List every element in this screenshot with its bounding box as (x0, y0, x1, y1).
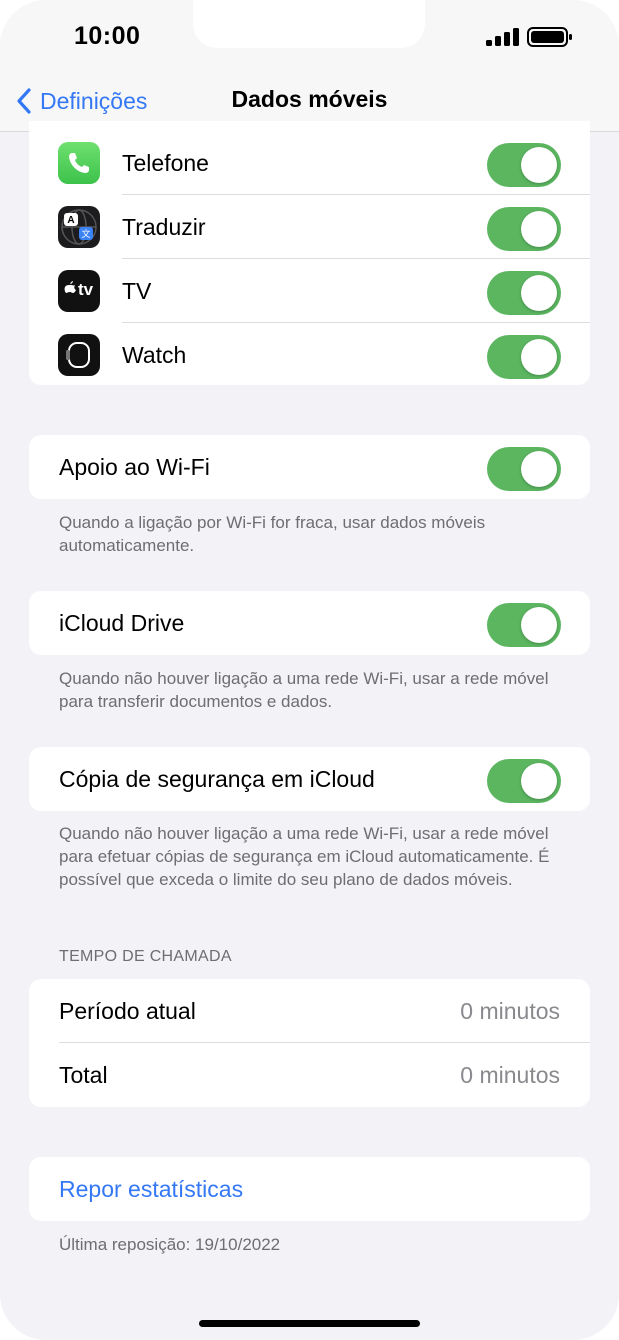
call-time-header: TEMPO DE CHAMADA (59, 948, 232, 965)
wifi-assist-toggle[interactable] (487, 447, 561, 491)
svg-text:文: 文 (81, 228, 90, 240)
icloud-drive-group: iCloud Drive (29, 591, 590, 655)
toggle-knob (521, 339, 557, 375)
reset-statistics-button[interactable]: Repor estatísticas (59, 1176, 243, 1203)
call-time-label: Período atual (59, 997, 196, 1024)
battery-icon (527, 27, 572, 47)
reset-row[interactable]: Repor estatísticas (29, 1157, 590, 1221)
call-time-label: Total (59, 1061, 108, 1088)
icloud-drive-label: iCloud Drive (59, 609, 185, 636)
reset-group: Repor estatísticas (29, 1157, 590, 1221)
icloud-backup-group: Cópia de segurança em iCloud (29, 747, 590, 811)
app-label: TV (122, 277, 152, 304)
icloud-drive-footer: Quando não houver ligação a uma rede Wi-… (59, 669, 549, 711)
toggle-knob (521, 147, 557, 183)
call-time-group: Período atual 0 minutos Total 0 minutos (29, 979, 590, 1107)
watch-toggle[interactable] (487, 335, 561, 379)
call-time-row-current: Período atual 0 minutos (29, 979, 590, 1043)
phone-icon (58, 142, 100, 184)
wifi-assist-row: Apoio ao Wi-Fi (29, 435, 590, 499)
app-label: Traduzir (122, 213, 206, 240)
tv-icon-text: tv (78, 280, 94, 299)
icloud-backup-row: Cópia de segurança em iCloud (29, 747, 590, 811)
translate-icon: A 文 (58, 206, 100, 248)
call-time-value: 0 minutos (460, 1061, 560, 1088)
telefone-toggle[interactable] (487, 143, 561, 187)
app-label: Watch (122, 341, 187, 368)
toggle-knob (521, 275, 557, 311)
icloud-drive-toggle[interactable] (487, 603, 561, 647)
home-indicator[interactable] (199, 1320, 420, 1327)
app-row-watch: Watch (29, 323, 590, 385)
call-time-value: 0 minutos (460, 997, 560, 1024)
toggle-knob (521, 607, 557, 643)
icloud-backup-toggle[interactable] (487, 759, 561, 803)
icloud-backup-label: Cópia de segurança em iCloud (59, 765, 375, 792)
toggle-knob (521, 211, 557, 247)
notch (193, 0, 425, 48)
toggle-knob (521, 763, 557, 799)
cellular-signal-icon (486, 28, 519, 46)
icloud-backup-footer: Quando não houver ligação a uma rede Wi-… (59, 824, 550, 889)
apps-group: Telefone A 文 Traduzir tv TV Watch (29, 121, 590, 385)
apple-tv-icon: tv (58, 270, 100, 312)
wifi-assist-group: Apoio ao Wi-Fi (29, 435, 590, 499)
icloud-drive-row: iCloud Drive (29, 591, 590, 655)
call-time-row-total: Total 0 minutos (29, 1043, 590, 1107)
app-row-traduzir: A 文 Traduzir (29, 195, 590, 259)
page-title: Dados móveis (231, 86, 388, 112)
tv-toggle[interactable] (487, 271, 561, 315)
traduzir-toggle[interactable] (487, 207, 561, 251)
svg-text:A: A (67, 215, 74, 226)
app-row-telefone: Telefone (29, 131, 590, 195)
wifi-assist-label: Apoio ao Wi-Fi (59, 453, 210, 480)
status-time: 10:00 (74, 22, 141, 50)
watch-icon (58, 334, 100, 376)
app-label: Telefone (122, 149, 209, 176)
phone-screen: 10:00 Definições Dados móveis Telefone A… (0, 0, 619, 1340)
wifi-assist-footer: Quando a ligação por Wi-Fi for fraca, us… (59, 513, 486, 555)
last-reset-text: Última reposição: 19/10/2022 (59, 1235, 281, 1254)
toggle-knob (521, 451, 557, 487)
top-bar: 10:00 Definições Dados móveis (0, 0, 619, 132)
app-row-tv: tv TV (29, 259, 590, 323)
